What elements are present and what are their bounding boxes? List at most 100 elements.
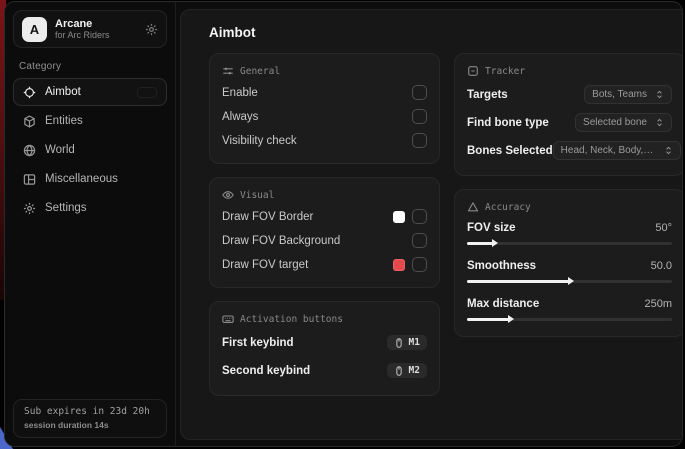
fov-size-slider[interactable] <box>467 242 672 245</box>
sidebar: A Arcane for Arc Riders Category Aimbot <box>5 2 176 446</box>
sidebar-item-miscellaneous[interactable]: Miscellaneous <box>13 165 167 193</box>
setting-row: Draw FOV Background <box>222 229 427 252</box>
mouse-icon <box>394 338 404 348</box>
second-keybind-button[interactable]: M2 <box>387 363 427 378</box>
accuracy-card-header: Accuracy <box>467 201 672 213</box>
row-controls <box>393 209 427 224</box>
setting-label: First keybind <box>222 337 294 349</box>
always-checkbox[interactable] <box>412 109 427 124</box>
sliders-icon <box>222 65 234 77</box>
slider-header: Max distance 250m <box>467 293 672 314</box>
card-title: Visual <box>240 190 274 201</box>
sidebar-item-label: Aimbot <box>45 86 81 98</box>
sidebar-item-aimbot[interactable]: Aimbot <box>13 78 167 106</box>
app-name: Arcane <box>55 18 137 31</box>
cards-grid: General Enable Always Visibility check <box>209 53 683 396</box>
keybind-value: M2 <box>409 365 420 376</box>
draw-fov-background-checkbox[interactable] <box>412 233 427 248</box>
setting-row: Draw FOV target <box>222 253 427 276</box>
left-column: General Enable Always Visibility check <box>209 53 440 396</box>
brand-card[interactable]: A Arcane for Arc Riders <box>13 10 167 48</box>
sidebar-item-settings[interactable]: Settings <box>13 194 167 222</box>
aimbot-keybind-hint <box>137 87 157 98</box>
sidebar-item-label: Settings <box>45 202 87 214</box>
chevrons-up-down-icon <box>655 118 664 127</box>
setting-row: Always <box>222 105 427 128</box>
draw-fov-border-checkbox[interactable] <box>412 209 427 224</box>
eye-icon <box>222 189 234 201</box>
fov-border-color-swatch[interactable] <box>393 211 405 223</box>
general-card-header: General <box>222 65 427 77</box>
find-bone-type-dropdown[interactable]: Selected bone <box>575 113 672 132</box>
setting-row: Targets Bots, Teams <box>467 81 672 108</box>
setting-label: Bones Selected <box>467 145 553 157</box>
setting-label: Find bone type <box>467 117 549 129</box>
slider-header: FOV size 50° <box>467 217 672 238</box>
visibility-check-checkbox[interactable] <box>412 133 427 148</box>
sidebar-item-label: Miscellaneous <box>45 173 118 185</box>
card-title: Tracker <box>485 66 525 77</box>
row-controls <box>393 257 427 272</box>
slider-value: 50° <box>655 222 672 234</box>
setting-row: Find bone type Selected bone <box>467 109 672 136</box>
setting-label: Enable <box>222 87 258 99</box>
tracker-card-header: Tracker <box>467 65 672 77</box>
app-window: A Arcane for Arc Riders Category Aimbot <box>4 1 683 447</box>
slider-fill <box>467 242 494 245</box>
bones-selected-dropdown[interactable]: Head, Neck, Body, Pe... <box>553 141 681 160</box>
activation-card: Activation buttons First keybind M1 <box>209 301 440 396</box>
setting-row: Draw FOV Border <box>222 205 427 228</box>
max-distance-slider[interactable] <box>467 318 672 321</box>
chevrons-up-down-icon <box>664 146 673 155</box>
setting-row: First keybind M1 <box>222 329 427 356</box>
setting-label: Max distance <box>467 298 539 310</box>
general-card: General Enable Always Visibility check <box>209 53 440 164</box>
visual-card-header: Visual <box>222 189 427 201</box>
setting-label: Visibility check <box>222 135 297 147</box>
slider-row: FOV size 50° <box>467 217 672 245</box>
setting-label: Second keybind <box>222 365 310 377</box>
crosshair-icon <box>23 86 36 99</box>
app-subtitle: for Arc Riders <box>55 30 137 40</box>
triangle-icon <box>467 201 479 213</box>
gear-icon[interactable] <box>145 23 158 36</box>
setting-row: Visibility check <box>222 129 427 152</box>
enable-checkbox[interactable] <box>412 85 427 100</box>
layout-grid-icon <box>23 173 36 186</box>
gear-icon <box>23 202 36 215</box>
category-label: Category <box>19 61 161 72</box>
slider-value: 50.0 <box>651 260 672 272</box>
dropdown-value: Bots, Teams <box>592 89 647 100</box>
setting-label: Smoothness <box>467 260 536 272</box>
smoothness-slider[interactable] <box>467 280 672 283</box>
sidebar-item-entities[interactable]: Entities <box>13 107 167 135</box>
mouse-icon <box>394 366 404 376</box>
main-wrap: Aimbot General <box>176 2 683 446</box>
chevrons-up-down-icon <box>655 90 664 99</box>
sidebar-item-world[interactable]: World <box>13 136 167 164</box>
card-title: Activation buttons <box>240 314 343 325</box>
sidebar-item-label: Entities <box>45 115 83 127</box>
visual-card: Visual Draw FOV Border Draw FOV Backgrou… <box>209 177 440 288</box>
main-panel: Aimbot General <box>180 9 683 440</box>
setting-label: FOV size <box>467 222 516 234</box>
card-title: General <box>240 66 280 77</box>
app-logo: A <box>22 17 47 42</box>
slider-value: 250m <box>644 298 672 310</box>
draw-fov-target-checkbox[interactable] <box>412 257 427 272</box>
accuracy-card: Accuracy FOV size 50° <box>454 189 683 337</box>
sidebar-nav: Aimbot Entities World <box>5 78 175 222</box>
targets-dropdown[interactable]: Bots, Teams <box>584 85 672 104</box>
brand-text: Arcane for Arc Riders <box>55 18 137 41</box>
card-title: Accuracy <box>485 202 531 213</box>
setting-label: Targets <box>467 89 508 101</box>
sub-expiry-text: Sub expires in 23d 20h <box>24 406 156 417</box>
first-keybind-button[interactable]: M1 <box>387 335 427 350</box>
slider-row: Max distance 250m <box>467 293 672 321</box>
setting-label: Draw FOV Background <box>222 235 340 247</box>
fov-target-color-swatch[interactable] <box>393 259 405 271</box>
activation-card-header: Activation buttons <box>222 313 427 325</box>
dropdown-value: Selected bone <box>583 117 647 128</box>
keybind-value: M1 <box>409 337 420 348</box>
setting-row: Enable <box>222 81 427 104</box>
